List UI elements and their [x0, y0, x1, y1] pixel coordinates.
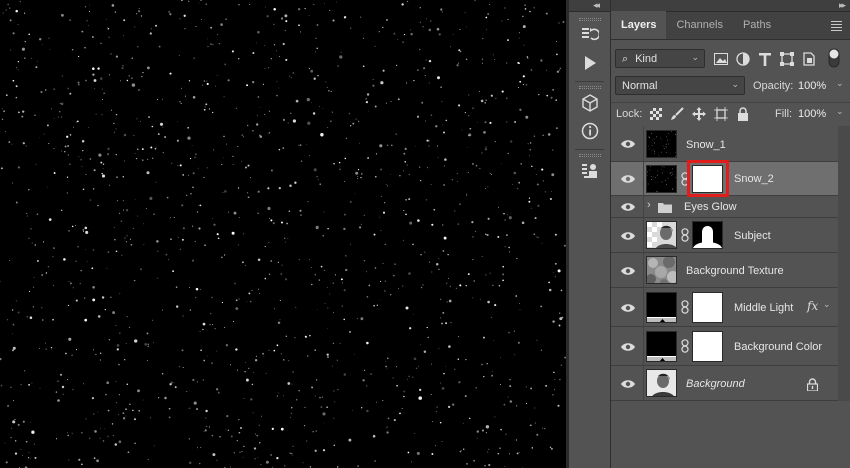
eye-visibility-icon[interactable] — [620, 199, 636, 215]
filter-pixel-icon[interactable] — [713, 51, 729, 67]
chevron-down-icon: ⌄ — [691, 52, 699, 62]
lock-row: Lock: Fill: 100% ⌄ — [611, 102, 850, 124]
filter-row: ⌕ Kind ⌄ — [611, 46, 850, 70]
lock-all-icon[interactable] — [735, 106, 751, 122]
eye-visibility-icon[interactable] — [620, 300, 636, 316]
panel-tabs: Layers Channels Paths — [611, 11, 850, 40]
layer-name[interactable]: Snow_2 — [734, 173, 774, 185]
layer-row-background[interactable]: Background — [611, 366, 850, 401]
layer-row-middle-light[interactable]: Middle Light fx ⌄ — [611, 288, 850, 327]
eye-visibility-icon[interactable] — [620, 263, 636, 279]
dock-separator — [575, 81, 604, 82]
layer-name[interactable]: Eyes Glow — [684, 201, 737, 213]
blend-mode-value: Normal — [622, 80, 658, 92]
layer-name[interactable]: Background Color — [734, 341, 822, 353]
layer-row-subject[interactable]: Subject — [611, 218, 850, 253]
lock-transparent-pixels-icon[interactable] — [648, 106, 664, 122]
eye-visibility-icon[interactable] — [620, 171, 636, 187]
folder-icon — [657, 199, 673, 215]
layer-mask-thumbnail[interactable] — [692, 292, 723, 323]
layers-panel: ▸▸ Layers Channels Paths ⌕ Kind ⌄ Normal… — [611, 0, 850, 468]
layer-name[interactable]: Background — [686, 378, 745, 390]
layer-row-background-color[interactable]: Background Color — [611, 327, 850, 366]
tab-channels[interactable]: Channels — [666, 11, 732, 39]
chevron-down-icon: ⌄ — [731, 79, 739, 89]
layer-thumbnail — [646, 130, 677, 158]
layer-row-background-texture[interactable]: Background Texture — [611, 253, 850, 288]
layer-thumbnail — [646, 256, 677, 284]
filter-smart-object-icon[interactable] — [801, 51, 817, 67]
collapse-arrows-icon[interactable]: ◂◂ — [593, 0, 600, 11]
fill-label: Fill: — [775, 108, 793, 120]
layer-effects-icon[interactable]: fx — [807, 299, 818, 313]
lock-icon[interactable] — [804, 376, 820, 392]
info-icon[interactable] — [569, 117, 611, 145]
layer-row-snow-1[interactable]: Snow_1 — [611, 126, 850, 162]
properties-icon[interactable] — [569, 157, 611, 185]
group-expand-arrow-icon[interactable]: › — [647, 199, 651, 211]
opacity-label: Opacity: — [753, 80, 794, 92]
effects-expand-chevron-icon[interactable]: ⌄ — [823, 299, 831, 310]
mask-highlight-box — [687, 160, 729, 197]
layer-mask-thumbnail[interactable] — [692, 331, 723, 362]
filter-kind-dropdown[interactable]: ⌕ Kind ⌄ — [615, 49, 705, 68]
lock-image-pixels-brush-icon[interactable] — [669, 106, 685, 122]
fill-chevron-icon[interactable]: ⌄ — [836, 106, 844, 117]
search-icon: ⌕ — [622, 53, 629, 65]
layer-name[interactable]: Subject — [734, 230, 771, 242]
layers-list: Snow_1 Snow_2 › Eyes Glow Subject Backgr… — [611, 126, 850, 401]
layer-name[interactable]: Background Texture — [686, 265, 784, 277]
actions-play-icon[interactable] — [569, 49, 611, 77]
layer-row-eyes-glow[interactable]: › Eyes Glow — [611, 196, 850, 218]
layer-name[interactable]: Middle Light — [734, 302, 793, 314]
filter-shape-icon[interactable] — [779, 51, 795, 67]
blend-row: Normal ⌄ Opacity: 100% ⌄ — [611, 75, 850, 97]
link-chain-icon[interactable] — [681, 300, 689, 314]
3d-cube-icon[interactable] — [569, 89, 611, 117]
layers-scrollbar[interactable] — [838, 126, 850, 401]
link-chain-icon[interactable] — [681, 339, 689, 353]
history-icon[interactable] — [569, 21, 611, 49]
dock-header: ◂◂ — [569, 0, 610, 12]
layer-row-snow-2[interactable]: Snow_2 — [611, 160, 850, 197]
filter-kind-label: Kind — [635, 53, 658, 65]
eye-visibility-icon[interactable] — [620, 228, 636, 244]
lock-artboard-icon[interactable] — [713, 106, 729, 122]
snow-particles — [0, 0, 566, 468]
eye-visibility-icon[interactable] — [620, 339, 636, 355]
lock-position-move-icon[interactable] — [691, 106, 707, 122]
panel-menu-icon[interactable] — [831, 21, 842, 33]
opacity-input[interactable]: 100% — [798, 80, 826, 92]
adjustment-thumbnail — [646, 292, 677, 323]
filter-type-icon[interactable] — [757, 51, 773, 67]
collapsed-panel-dock: ◂◂ — [569, 0, 611, 468]
link-chain-icon[interactable] — [681, 228, 689, 242]
document-canvas[interactable] — [0, 0, 569, 468]
panel-empty-area — [611, 401, 850, 468]
opacity-chevron-icon[interactable]: ⌄ — [836, 78, 844, 89]
eye-visibility-icon[interactable] — [620, 376, 636, 392]
layer-name[interactable]: Snow_1 — [686, 139, 726, 151]
layer-thumbnail — [646, 165, 677, 193]
blend-mode-dropdown[interactable]: Normal ⌄ — [615, 76, 745, 95]
adjustment-thumbnail — [646, 331, 677, 362]
layer-thumbnail — [646, 369, 677, 397]
fill-input[interactable]: 100% — [798, 108, 826, 120]
layer-mask-thumbnail[interactable] — [692, 221, 723, 249]
expand-arrows-icon[interactable]: ▸▸ — [839, 0, 846, 11]
lock-label: Lock: — [616, 108, 643, 120]
dock-separator — [575, 149, 604, 150]
filter-adjustment-icon[interactable] — [735, 51, 751, 67]
tab-paths[interactable]: Paths — [733, 11, 781, 39]
filter-toggle-switch[interactable] — [827, 48, 841, 68]
layer-thumbnail — [646, 221, 677, 249]
eye-visibility-icon[interactable] — [620, 136, 636, 152]
tab-layers[interactable]: Layers — [611, 11, 667, 39]
